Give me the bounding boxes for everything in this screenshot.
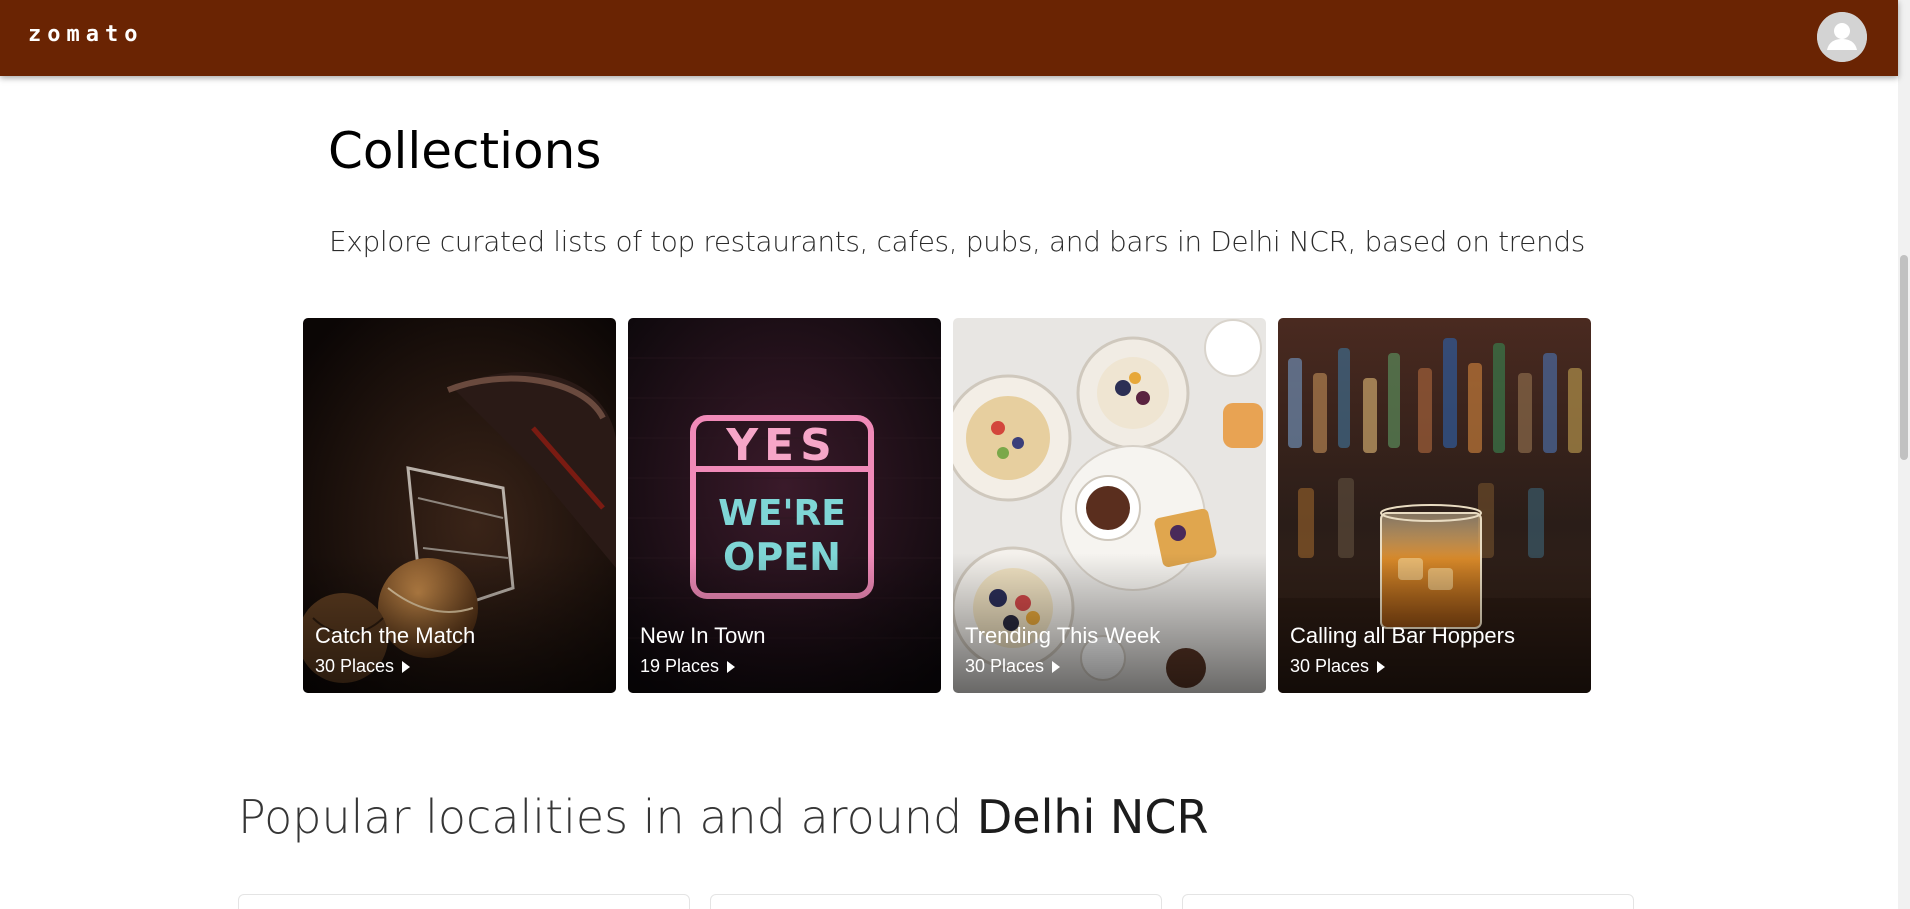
play-arrow-icon: [1377, 661, 1386, 674]
places-count: 19 Places: [640, 656, 720, 676]
collection-places: 30 Places: [965, 656, 1061, 677]
sign-yes-text: YES: [725, 420, 838, 471]
page: zomato Collections Explore curated lists…: [0, 0, 1910, 909]
play-arrow-icon: [727, 661, 736, 674]
collection-card-catch-the-match[interactable]: Catch the Match 30 Places: [303, 318, 616, 693]
play-arrow-icon: [402, 661, 411, 674]
collection-title: Catch the Match: [315, 623, 476, 648]
collection-places: 30 Places: [1290, 656, 1386, 677]
user-avatar-icon[interactable]: [1817, 12, 1867, 62]
locality-card[interactable]: [1182, 894, 1634, 909]
collection-places: 30 Places: [315, 656, 411, 677]
collection-card-calling-all-bar-hoppers[interactable]: Calling all Bar Hoppers 30 Places: [1278, 318, 1591, 693]
locality-card[interactable]: [710, 894, 1162, 909]
places-count: 30 Places: [1290, 656, 1370, 676]
sign-were-text: WE'RE: [718, 493, 846, 534]
user-silhouette-icon: [1817, 12, 1867, 62]
localities-title-city: Delhi NCR: [976, 790, 1209, 844]
localities-title: Popular localities in and around Delhi N…: [238, 790, 1208, 844]
collection-places: 19 Places: [640, 656, 736, 677]
locality-card[interactable]: [238, 894, 690, 909]
collections-title: Collections: [328, 122, 602, 180]
localities-title-prefix: Popular localities in and around: [238, 790, 977, 844]
scrollbar-thumb[interactable]: [1900, 255, 1908, 460]
zomato-logo[interactable]: zomato: [28, 22, 143, 47]
play-arrow-icon: [1052, 661, 1061, 674]
top-navbar: zomato: [0, 0, 1898, 76]
collections-subtitle: Explore curated lists of top restaurants…: [329, 225, 1585, 258]
collection-title: Calling all Bar Hoppers: [1290, 623, 1515, 648]
collection-title: Trending This Week: [965, 623, 1161, 648]
collection-card-trending-this-week[interactable]: Trending This Week 30 Places: [953, 318, 1266, 693]
places-count: 30 Places: [965, 656, 1045, 676]
places-count: 30 Places: [315, 656, 395, 676]
collection-card-new-in-town[interactable]: YES WE'RE OPEN New In Town 19 Places: [628, 318, 941, 693]
collection-title: New In Town: [640, 623, 766, 648]
